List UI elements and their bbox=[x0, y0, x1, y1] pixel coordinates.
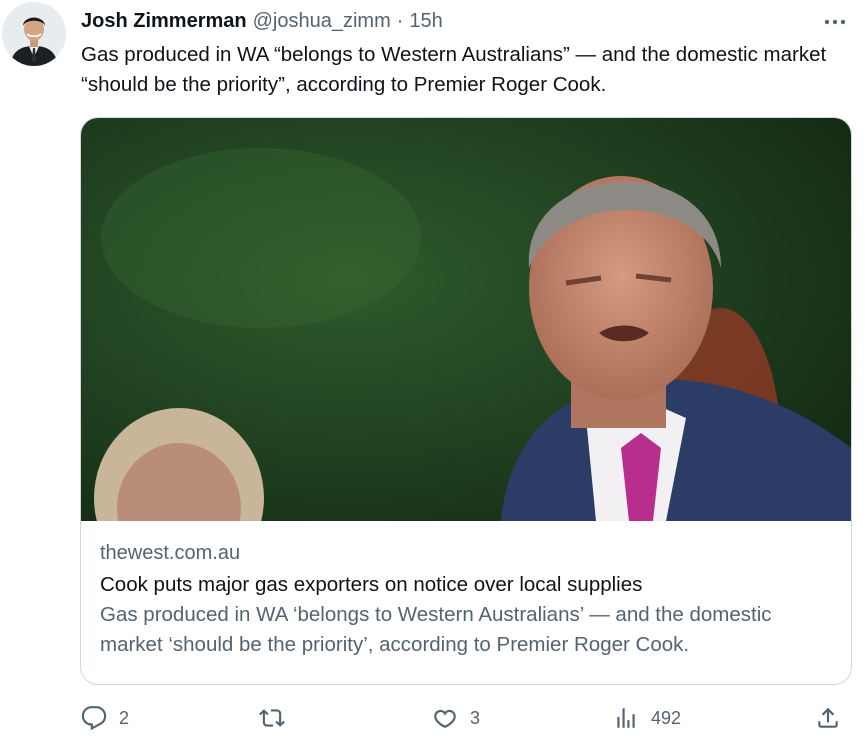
tweet: Josh Zimmerman @joshua_zimm · 15h Gas pr… bbox=[0, 0, 867, 738]
like-button[interactable]: 3 bbox=[432, 703, 480, 733]
share-icon bbox=[818, 707, 838, 728]
share-button[interactable] bbox=[815, 703, 841, 733]
author-handle[interactable]: @joshua_zimm bbox=[253, 8, 391, 34]
reply-icon bbox=[81, 706, 107, 731]
author-name[interactable]: Josh Zimmerman bbox=[81, 8, 247, 34]
heart-icon bbox=[434, 709, 456, 728]
avatar-image bbox=[2, 2, 66, 66]
analytics-icon bbox=[617, 708, 635, 728]
header-separator: · bbox=[396, 10, 404, 32]
more-options-button[interactable] bbox=[821, 12, 849, 32]
link-card[interactable]: thewest.com.au Cook puts major gas expor… bbox=[80, 117, 852, 685]
reply-count: 2 bbox=[119, 707, 130, 728]
views-count: 492 bbox=[651, 707, 682, 728]
tweet-text: Gas produced in WA “belongs to Western A… bbox=[81, 43, 827, 96]
views-button[interactable]: 492 bbox=[613, 703, 681, 733]
card-description: Gas produced in WA ‘belongs to Western A… bbox=[100, 603, 772, 656]
tweet-header: Josh Zimmerman @joshua_zimm · 15h bbox=[81, 8, 443, 34]
avatar[interactable] bbox=[2, 2, 66, 66]
retweet-icon bbox=[259, 709, 285, 727]
card-meta: thewest.com.au Cook puts major gas expor… bbox=[100, 538, 835, 660]
card-title: Cook puts major gas exporters on notice … bbox=[100, 573, 643, 596]
card-image bbox=[81, 118, 851, 521]
action-bar: 2 3 492 bbox=[79, 703, 849, 733]
card-domain: thewest.com.au bbox=[100, 542, 241, 564]
like-count: 3 bbox=[470, 707, 481, 728]
more-dots-icon bbox=[824, 19, 846, 25]
retweet-button[interactable] bbox=[259, 703, 297, 733]
reply-button[interactable]: 2 bbox=[81, 703, 129, 733]
timestamp[interactable]: 15h bbox=[409, 8, 442, 34]
